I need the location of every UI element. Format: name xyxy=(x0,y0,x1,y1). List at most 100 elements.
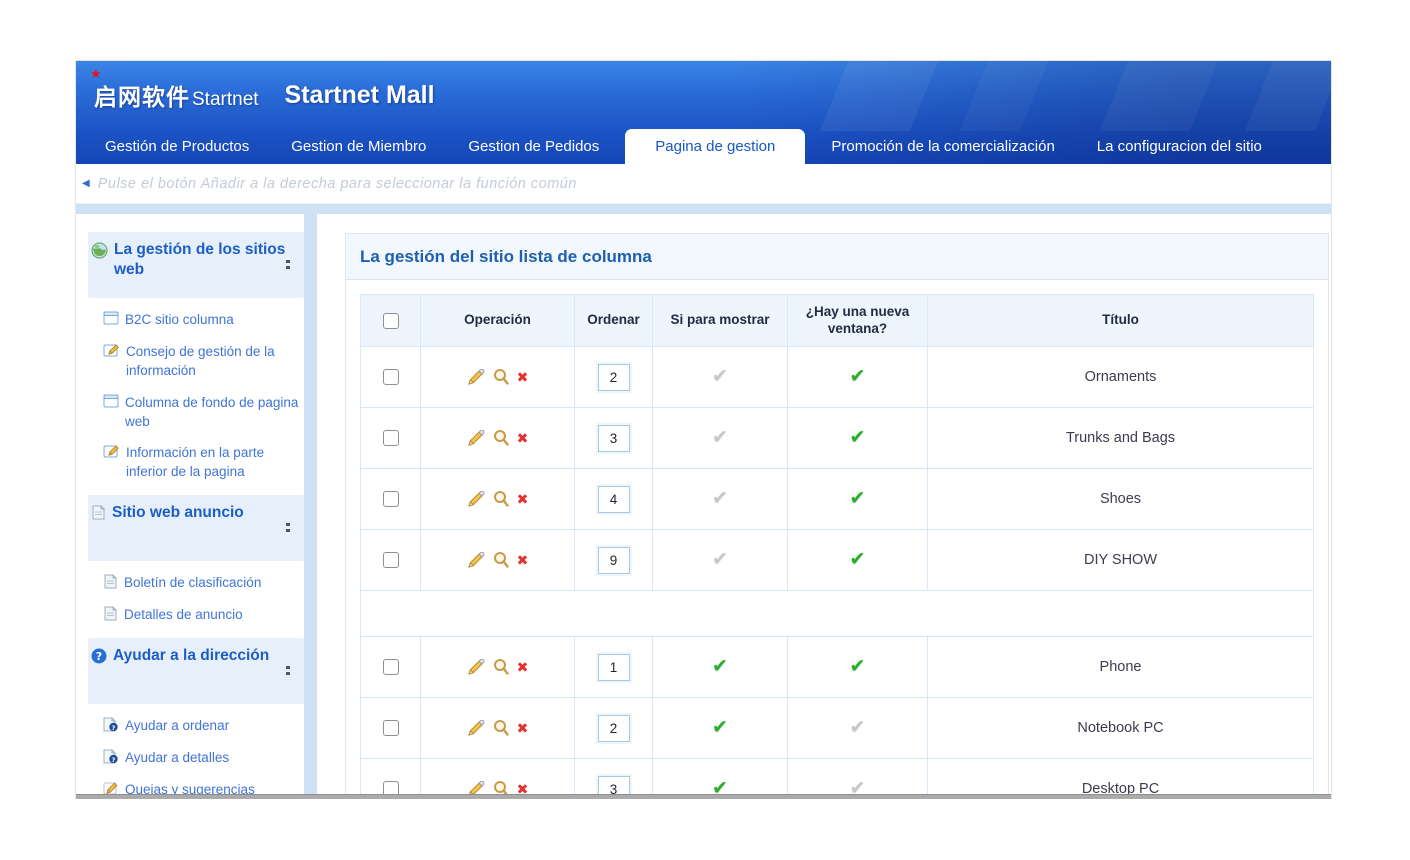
new-window-check-on-icon[interactable]: ✔ xyxy=(850,488,866,509)
delete-x-icon[interactable]: ✖ xyxy=(517,492,529,506)
magnifier-icon[interactable] xyxy=(492,490,510,508)
new-window-check-off-icon[interactable]: ✔ xyxy=(850,717,866,738)
sidebar-item-label: Ayudar a ordenar xyxy=(125,717,229,736)
edit-icon xyxy=(103,444,120,459)
show-check-off-icon[interactable]: ✔ xyxy=(712,488,728,509)
order-input[interactable] xyxy=(598,425,630,452)
title-cell: Notebook PC xyxy=(928,698,1314,759)
new-window-check-on-icon[interactable]: ✔ xyxy=(850,427,866,448)
edit-pencil-icon[interactable] xyxy=(467,491,485,508)
sidebar-item-label: Quejas y sugerencias xyxy=(125,781,255,795)
delete-x-icon[interactable]: ✖ xyxy=(517,721,529,735)
document-help-icon: ? xyxy=(103,749,119,764)
order-input[interactable] xyxy=(598,547,630,574)
new-window-check-on-icon[interactable]: ✔ xyxy=(850,549,866,570)
magnifier-icon[interactable] xyxy=(492,780,510,795)
order-input[interactable] xyxy=(598,715,630,742)
table-row: ✖✔✔DIY SHOW xyxy=(361,530,1314,591)
sidebar-item[interactable]: Quejas y sugerencias xyxy=(103,781,304,795)
nav-tab-4[interactable]: Pagina de gestion xyxy=(625,129,805,164)
document-icon xyxy=(103,394,119,409)
table-row: ✖✔✔Phone xyxy=(361,637,1314,698)
sidebar-item[interactable]: Columna de fondo de pagina web xyxy=(103,394,304,432)
globe-icon xyxy=(91,242,108,259)
show-check-off-icon[interactable]: ✔ xyxy=(712,427,728,448)
order-input[interactable] xyxy=(598,486,630,513)
sidebar-section-header[interactable]: La gestión de los sitios web xyxy=(88,232,304,298)
edit-pencil-icon[interactable] xyxy=(467,369,485,386)
edit-pencil-icon[interactable] xyxy=(467,430,485,447)
order-input[interactable] xyxy=(598,776,630,796)
nav-tab-6[interactable]: La configuracion del sitio xyxy=(1081,129,1278,164)
row-checkbox[interactable] xyxy=(383,659,399,675)
main-nav: Gestión de Productos Gestion de Miembro Ge… xyxy=(76,129,1331,164)
magnifier-icon[interactable] xyxy=(492,429,510,447)
document-help-icon: ? xyxy=(103,717,119,732)
sidebar-item[interactable]: Boletín de clasificación xyxy=(103,574,304,593)
show-check-off-icon[interactable]: ✔ xyxy=(712,366,728,387)
delete-x-icon[interactable]: ✖ xyxy=(517,431,529,445)
column-list-table: Operación Ordenar Si para mostrar ¿Hay u… xyxy=(360,294,1314,795)
sidebar-splitter[interactable] xyxy=(304,214,317,795)
hint-bar: ◀ Pulse el botón Añadir a la derecha par… xyxy=(76,164,1331,204)
logo-chinese-text: 启网软件 xyxy=(94,78,190,112)
col-header-show: Si para mostrar xyxy=(653,295,788,347)
row-checkbox[interactable] xyxy=(383,720,399,736)
sidebar-item[interactable]: ? Ayudar a ordenar xyxy=(103,717,304,736)
document-lines-icon xyxy=(91,505,106,520)
edit-pencil-icon[interactable] xyxy=(467,552,485,569)
edit-pencil-icon[interactable] xyxy=(467,659,485,676)
sidebar-section-header[interactable]: Sitio web anuncio xyxy=(88,495,304,561)
burger-icon[interactable] xyxy=(286,648,290,696)
sidebar-item[interactable]: B2C sitio columna xyxy=(103,311,304,330)
select-all-checkbox[interactable] xyxy=(383,313,399,329)
show-check-on-icon[interactable]: ✔ xyxy=(712,656,728,677)
row-checkbox[interactable] xyxy=(383,369,399,385)
sidebar-section-title: La gestión de los sitios web xyxy=(114,240,286,280)
nav-tab-3[interactable]: Gestion de Pedidos xyxy=(452,129,615,164)
delete-x-icon[interactable]: ✖ xyxy=(517,370,529,384)
edit-pencil-icon[interactable] xyxy=(467,720,485,737)
order-input[interactable] xyxy=(598,654,630,681)
order-input[interactable] xyxy=(598,364,630,391)
magnifier-icon[interactable] xyxy=(492,368,510,386)
nav-tab-1[interactable]: Gestión de Productos xyxy=(89,129,265,164)
burger-icon[interactable] xyxy=(286,505,290,553)
delete-x-icon[interactable]: ✖ xyxy=(517,553,529,567)
show-check-on-icon[interactable]: ✔ xyxy=(712,717,728,738)
row-checkbox[interactable] xyxy=(383,552,399,568)
new-window-check-on-icon[interactable]: ✔ xyxy=(850,366,866,387)
magnifier-icon[interactable] xyxy=(492,719,510,737)
row-checkbox[interactable] xyxy=(383,491,399,507)
title-cell: Trunks and Bags xyxy=(928,408,1314,469)
show-check-off-icon[interactable]: ✔ xyxy=(712,549,728,570)
nav-tab-5[interactable]: Promoción de la comercialización xyxy=(815,129,1070,164)
sidebar-item[interactable]: Consejo de gestión de la información xyxy=(103,343,304,381)
col-header-new-window: ¿Hay una nueva ventana? xyxy=(788,295,928,347)
table-header-row: Operación Ordenar Si para mostrar ¿Hay u… xyxy=(361,295,1314,347)
col-header-operation: Operación xyxy=(421,295,575,347)
row-checkbox[interactable] xyxy=(383,430,399,446)
svg-text:?: ? xyxy=(96,650,102,663)
table-row: ✖ ✔ ✔ Shoes xyxy=(361,469,1314,530)
nav-tab-2[interactable]: Gestion de Miembro xyxy=(275,129,442,164)
sidebar-item[interactable]: ? Ayudar a detalles xyxy=(103,749,304,768)
title-cell: Shoes xyxy=(928,469,1314,530)
new-window-check-on-icon[interactable]: ✔ xyxy=(850,656,866,677)
delete-x-icon[interactable]: ✖ xyxy=(517,660,529,674)
operation-cell: ✖ xyxy=(421,780,574,795)
magnifier-icon[interactable] xyxy=(492,658,510,676)
row-checkbox[interactable] xyxy=(383,781,399,795)
show-check-on-icon[interactable]: ✔ xyxy=(712,778,728,795)
new-window-check-off-icon[interactable]: ✔ xyxy=(850,778,866,795)
edit-pencil-icon[interactable] xyxy=(467,781,485,796)
burger-icon[interactable] xyxy=(286,242,290,290)
sidebar-section-header[interactable]: ?Ayudar a la dirección xyxy=(88,638,304,704)
table-row: ✖ ✔ ✔ Notebook PC xyxy=(361,698,1314,759)
sidebar-item-label: Ayudar a detalles xyxy=(125,749,229,768)
collapse-left-icon[interactable]: ◀ xyxy=(82,178,90,189)
sidebar-item[interactable]: Información en la parte inferior de la p… xyxy=(103,444,304,482)
app-window: ★ 启网软件 Startnet Startnet Mall Gestión de… xyxy=(75,60,1332,799)
sidebar-item[interactable]: Detalles de anuncio xyxy=(103,606,304,625)
magnifier-icon[interactable] xyxy=(492,551,510,569)
